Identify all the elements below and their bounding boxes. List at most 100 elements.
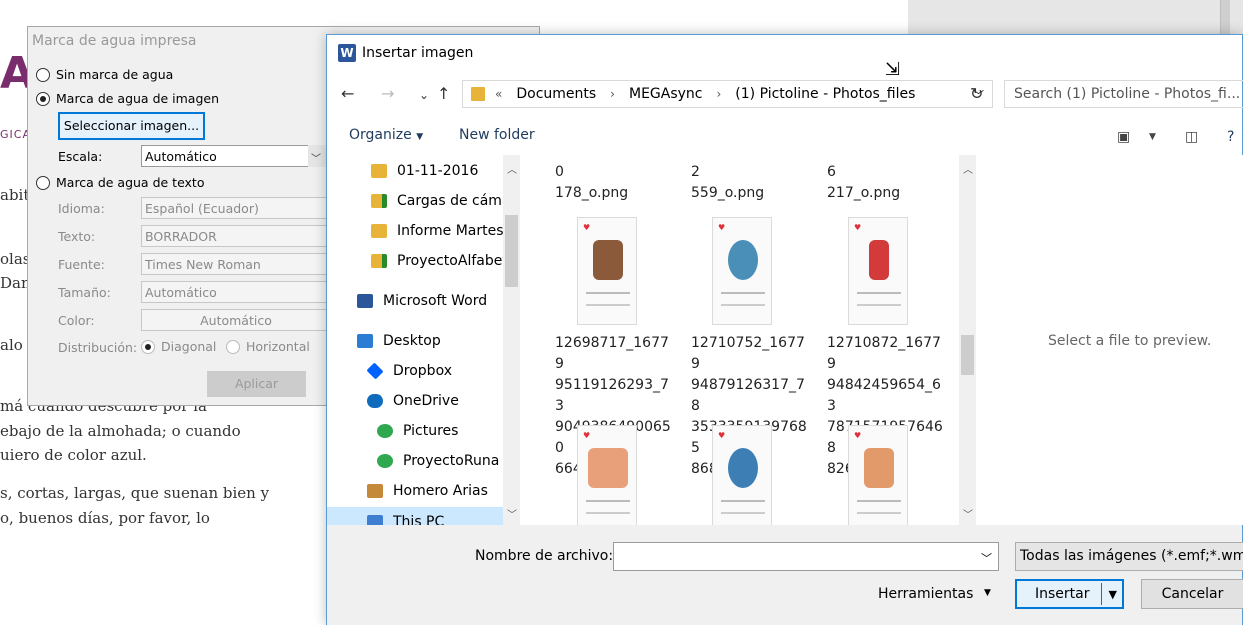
nav-item-label: ProyectoAlfabeti: [397, 253, 512, 269]
caret-down-icon: ▼: [416, 132, 424, 142]
chevron-down-icon[interactable]: ﹀: [981, 550, 992, 566]
breadcrumb-pictoline[interactable]: (1) Pictoline - Photos_files: [735, 86, 915, 102]
font-select[interactable]: Times New Roman: [141, 253, 331, 275]
nav-item-dropbox[interactable]: Dropbox: [366, 362, 452, 380]
file-item-partial[interactable]: 26891354712580 178_o.png: [555, 155, 675, 204]
language-select[interactable]: Español (Ecuador): [141, 197, 331, 219]
up-arrow-icon[interactable]: ↑: [437, 84, 450, 103]
split-divider: [1101, 583, 1102, 605]
forward-arrow-icon[interactable]: →: [381, 84, 394, 103]
nav-item-cargas-camara[interactable]: Cargas de cámar: [371, 193, 516, 209]
radio-label: Marca de agua de imagen: [56, 91, 220, 106]
caption-lines: [857, 292, 901, 306]
nav-item-label: This PC: [393, 514, 445, 525]
caret-down-icon[interactable]: ▼: [1109, 588, 1117, 601]
radio-icon: [36, 67, 50, 82]
nav-item-desktop[interactable]: Desktop: [357, 333, 441, 349]
scrollbar-thumb[interactable]: [961, 335, 974, 375]
organize-button[interactable]: Organize ▼: [349, 127, 423, 143]
address-bar[interactable]: « Documents › MEGAsync › (1) Pictoline -…: [462, 80, 993, 108]
text-watermark-radio[interactable]: Marca de agua de texto: [36, 175, 204, 190]
hands-illustration: [588, 448, 628, 488]
scroll-down-icon[interactable]: ﹀: [963, 506, 973, 521]
mouse-cursor-icon: ⇲: [885, 59, 901, 80]
nav-item-01-11-2016[interactable]: 01-11-2016: [371, 163, 478, 179]
dialog-title: Marca de agua impresa: [32, 33, 197, 49]
coffin-illustration: [593, 240, 623, 280]
image-thumbnail[interactable]: ♥: [848, 425, 908, 525]
scale-select[interactable]: Automático: [141, 145, 329, 167]
text-label: Texto:: [58, 229, 96, 244]
preview-message: Select a file to preview.: [1048, 333, 1212, 349]
horizontal-radio[interactable]: Horizontal: [226, 339, 310, 354]
nav-item-this-pc[interactable]: This PC: [327, 507, 503, 525]
no-watermark-radio[interactable]: Sin marca de agua: [36, 67, 173, 82]
heart-icon: ♥: [583, 223, 591, 232]
nav-item-microsoft-word[interactable]: Microsoft Word: [357, 293, 487, 309]
command-bar: Organize ▼ New folder ▣ ▼ ◫ ?: [327, 121, 1242, 151]
caret-down-icon[interactable]: ▼: [1149, 132, 1156, 142]
select-image-button[interactable]: Seleccionar imagen...: [58, 112, 205, 140]
filename-input[interactable]: ﹀: [613, 542, 999, 571]
image-thumbnail[interactable]: ♥: [712, 217, 772, 325]
refresh-icon[interactable]: ↻: [970, 84, 983, 103]
insert-image-dialog: W Insertar imagen ← → ⌄ ↑ « Documents › …: [326, 34, 1243, 625]
filetype-select[interactable]: Todas las imágenes (*.emf;*.wm: [1015, 542, 1243, 571]
nav-item-proyecto-alfabeti[interactable]: ProyectoAlfabeti: [371, 253, 512, 269]
desktop-icon: [357, 334, 373, 348]
file-name: 92055661904156 217_o.png: [827, 155, 943, 201]
image-thumbnail[interactable]: ♥: [577, 217, 637, 325]
size-select[interactable]: Automático: [141, 281, 331, 303]
back-arrow-icon[interactable]: ←: [341, 84, 354, 103]
breadcrumb-megasync[interactable]: MEGAsync: [629, 86, 703, 102]
nav-item-onedrive[interactable]: OneDrive: [367, 393, 459, 409]
nav-item-proyecto-runa[interactable]: ProyectoRuna: [377, 453, 499, 469]
view-options-icon[interactable]: ▣: [1117, 129, 1130, 145]
document-line: s, cortas, largas, que suenan bien y: [0, 484, 270, 502]
radio-icon: [36, 175, 50, 190]
caret-down-icon[interactable]: ▼: [984, 588, 991, 598]
tools-button[interactable]: Herramientas: [878, 586, 973, 602]
nav-item-label: ProyectoRuna: [403, 453, 500, 469]
nav-item-label: Microsoft Word: [383, 293, 488, 309]
organize-label: Organize: [349, 127, 412, 143]
chevron-right-icon: ›: [610, 87, 615, 101]
thumbs-up-illustration: [864, 448, 894, 488]
scroll-down-icon[interactable]: ﹀: [507, 506, 517, 521]
breadcrumb-documents[interactable]: Documents: [516, 86, 596, 102]
cancel-button[interactable]: Cancelar: [1141, 579, 1243, 609]
search-input[interactable]: Search (1) Pictoline - Photos_fi...: [1004, 80, 1243, 108]
scrollbar-thumb[interactable]: [505, 215, 518, 287]
help-icon[interactable]: ?: [1227, 129, 1234, 145]
image-thumbnail[interactable]: ♥: [712, 425, 772, 525]
file-list: 26891354712580 178_o.png 56860569858922 …: [523, 155, 960, 525]
image-thumbnail[interactable]: ♥: [577, 425, 637, 525]
caption-lines: [586, 500, 630, 514]
breadcrumb-overflow[interactable]: «: [495, 87, 502, 101]
image-thumbnail[interactable]: ♥: [848, 217, 908, 325]
scroll-up-icon[interactable]: ︿: [507, 161, 517, 176]
image-watermark-radio[interactable]: Marca de agua de imagen: [36, 91, 219, 106]
chevron-down-icon[interactable]: ﹀: [308, 145, 328, 167]
apply-button[interactable]: Aplicar: [207, 371, 306, 397]
scroll-up-icon[interactable]: ︿: [963, 161, 973, 176]
dialog-titlebar[interactable]: W Insertar imagen: [327, 35, 1242, 75]
file-list-scrollbar[interactable]: ︿ ﹀: [959, 155, 976, 525]
file-item-partial[interactable]: 92055661904156 217_o.png: [827, 155, 947, 204]
diagonal-radio[interactable]: Diagonal: [141, 339, 216, 354]
dropbox-icon: [366, 362, 384, 380]
preview-pane-icon[interactable]: ◫: [1185, 129, 1198, 145]
dialog-title: Insertar imagen: [362, 45, 474, 61]
new-folder-button[interactable]: New folder: [459, 127, 535, 143]
nav-item-pictures[interactable]: Pictures: [377, 423, 458, 439]
chevron-down-icon[interactable]: ⌄: [419, 88, 429, 102]
nav-item-homero-arias[interactable]: Homero Arias: [367, 483, 488, 499]
nav-item-informe-martes[interactable]: Informe Martes 1: [371, 223, 517, 239]
filename-label: Nombre de archivo:: [475, 548, 614, 564]
navigation-scrollbar[interactable]: ︿ ﹀: [503, 155, 520, 525]
color-select[interactable]: Automático: [141, 309, 331, 331]
file-item-partial[interactable]: 56860569858922 559_o.png: [691, 155, 811, 204]
synced-check-icon: [377, 454, 393, 468]
insert-button[interactable]: Insertar ▼: [1015, 579, 1124, 609]
text-input[interactable]: BORRADOR: [141, 225, 331, 247]
